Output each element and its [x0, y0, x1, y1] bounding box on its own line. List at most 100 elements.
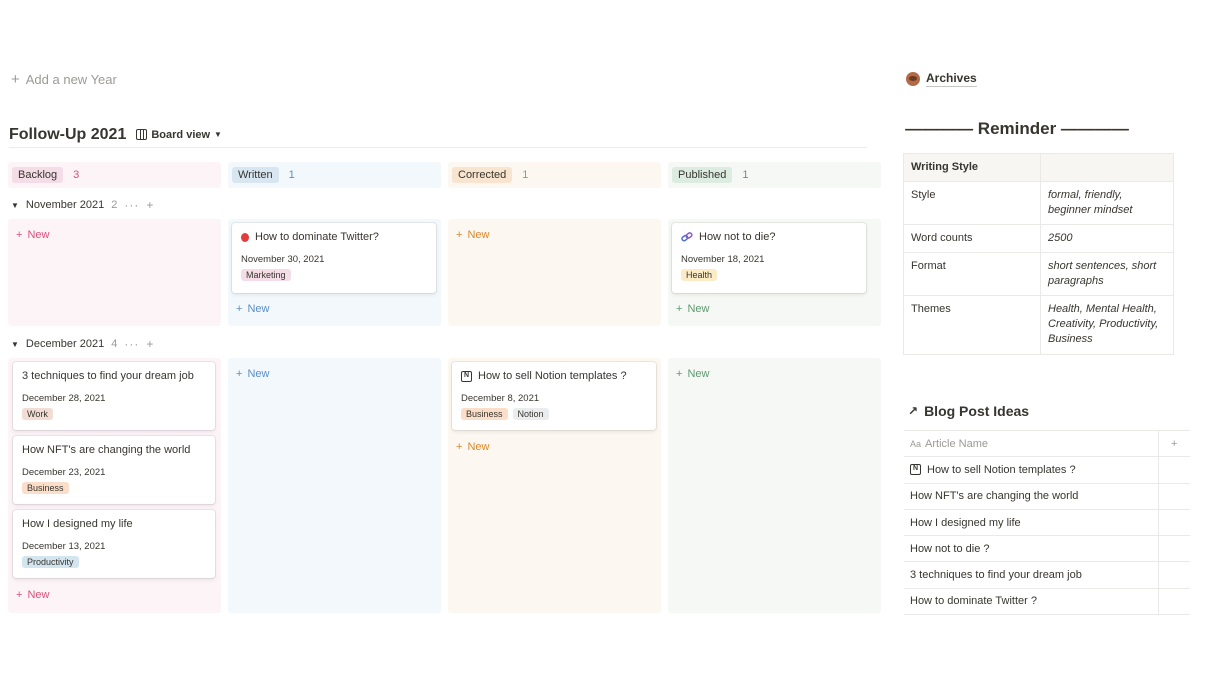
table-cell-key: Word counts	[903, 224, 1041, 253]
column-label: Written	[232, 167, 279, 183]
article-name[interactable]: How to sell Notion templates ?	[927, 464, 1076, 476]
card-dream-job[interactable]: 3 techniques to find your dream job Dece…	[13, 362, 215, 430]
column-header-label: Article Name	[925, 437, 988, 450]
tag-notion: Notion	[512, 408, 549, 420]
plus-icon: +	[676, 368, 683, 380]
table-row[interactable]: How to dominate Twitter ?	[904, 588, 1190, 616]
new-card-button[interactable]: + New	[676, 368, 709, 380]
table-row[interactable]: How not to die ?	[904, 535, 1190, 563]
table-header-cell	[1040, 153, 1174, 182]
table-row[interactable]: 3 techniques to find your dream job	[904, 561, 1190, 589]
group-header-november[interactable]: ▼ November 2021 2 ··· +	[11, 195, 154, 215]
group-count: 2	[111, 199, 118, 211]
card-title: How I designed my life	[22, 518, 133, 530]
plus-icon: +	[16, 589, 23, 601]
table-header-cell: Writing Style	[903, 153, 1041, 182]
table-row: Style formal, friendly, beginner mindset	[903, 181, 1174, 225]
add-column-button[interactable]: +	[1157, 429, 1190, 458]
table-row: Word counts 2500	[903, 224, 1174, 253]
chevron-down-icon: ▼	[214, 130, 222, 139]
reminder-table: Writing Style Style formal, friendly, be…	[903, 153, 1174, 355]
tag-marketing: Marketing	[241, 269, 291, 281]
plus-icon: +	[236, 303, 243, 315]
card-title: 3 techniques to find your dream job	[22, 370, 194, 382]
group-label: November 2021	[25, 199, 105, 211]
blog-ideas-link[interactable]: ↗ Blog Post Ideas	[908, 403, 1029, 419]
new-label: New	[467, 441, 490, 453]
plus-icon: +	[236, 368, 243, 380]
archives-label: Archives	[926, 71, 977, 87]
group-header-december[interactable]: ▼ December 2021 4 ··· +	[11, 334, 154, 354]
table-cell-value: short sentences, short paragraphs	[1040, 252, 1174, 296]
new-card-button[interactable]: + New	[456, 441, 489, 453]
card-date: December 28, 2021	[22, 393, 106, 404]
view-label: Board view	[151, 128, 211, 141]
column-count: 1	[522, 169, 529, 181]
card-title: How to sell Notion templates ?	[478, 370, 627, 382]
card-date: December 8, 2021	[461, 393, 540, 404]
new-card-button[interactable]: + New	[236, 303, 269, 315]
table-header-row: Aa Article Name +	[904, 429, 1190, 458]
board-title: Follow-Up 2021	[9, 125, 127, 143]
plus-icon: +	[16, 229, 23, 241]
table-row[interactable]: N How to sell Notion templates ?	[904, 456, 1190, 484]
plus-icon[interactable]: +	[146, 337, 154, 351]
face-emoji-icon	[906, 72, 920, 86]
column-header[interactable]: Aa Article Name	[904, 429, 1158, 458]
tag-business: Business	[461, 408, 508, 420]
table-cell-key: Style	[903, 181, 1041, 225]
column-label: Published	[672, 167, 733, 183]
new-label: New	[247, 368, 270, 380]
article-name[interactable]: How to dominate Twitter ?	[904, 588, 1158, 616]
new-card-button[interactable]: + New	[456, 229, 489, 241]
column-label: Backlog	[12, 167, 64, 183]
column-header-corrected[interactable]: Corrected 1	[448, 162, 661, 188]
new-card-button[interactable]: + New	[16, 229, 49, 241]
plus-icon[interactable]: +	[146, 198, 154, 212]
card-date: November 18, 2021	[681, 254, 765, 265]
archives-link[interactable]: Archives	[906, 71, 977, 87]
new-label: New	[687, 368, 710, 380]
table-row[interactable]: How I designed my life	[904, 509, 1190, 537]
card-nft[interactable]: How NFT's are changing the world Decembe…	[13, 436, 215, 504]
triangle-down-icon[interactable]: ▼	[11, 201, 19, 210]
column-count: 1	[742, 169, 749, 181]
card-twitter[interactable]: How to dominate Twitter? November 30, 20…	[232, 223, 436, 293]
card-date: December 13, 2021	[22, 541, 106, 552]
card-how-not-to-die[interactable]: How not to die? November 18, 2021 Health	[672, 223, 866, 293]
new-card-button[interactable]: + New	[676, 303, 709, 315]
board-header: Follow-Up 2021 Board view ▼	[9, 122, 867, 148]
view-selector[interactable]: Board view ▼	[136, 129, 222, 141]
new-card-button[interactable]: + New	[236, 368, 269, 380]
card-title: How to dominate Twitter?	[255, 231, 379, 243]
card-notion-templates[interactable]: N How to sell Notion templates ? Decembe…	[452, 362, 656, 430]
article-name[interactable]: How not to die ?	[904, 535, 1158, 563]
new-label: New	[687, 303, 710, 315]
blog-ideas-title: Blog Post Ideas	[924, 403, 1030, 419]
table-row[interactable]: How NFT's are changing the world	[904, 483, 1190, 510]
add-year-button[interactable]: + Add a new Year	[11, 72, 117, 87]
table-row: Format short sentences, short paragraphs	[903, 252, 1174, 296]
notion-icon: N	[910, 464, 921, 476]
card-title: How NFT's are changing the world	[22, 444, 191, 456]
plus-icon: +	[11, 71, 20, 88]
new-card-button[interactable]: + New	[16, 589, 49, 601]
article-name[interactable]: How NFT's are changing the world	[904, 483, 1158, 510]
more-icon[interactable]: ···	[124, 198, 139, 212]
card-designed-life[interactable]: How I designed my life December 13, 2021…	[13, 510, 215, 578]
triangle-down-icon[interactable]: ▼	[11, 340, 19, 349]
table-row: Writing Style	[903, 153, 1174, 182]
add-year-label: Add a new Year	[25, 72, 117, 87]
table-cell-value: formal, friendly, beginner mindset	[1040, 181, 1174, 225]
column-header-published[interactable]: Published 1	[668, 162, 881, 188]
column-header-written[interactable]: Written 1	[228, 162, 441, 188]
article-name[interactable]: 3 techniques to find your dream job	[904, 561, 1158, 589]
article-name[interactable]: How I designed my life	[904, 509, 1158, 537]
plus-icon: +	[456, 441, 463, 453]
tag-work: Work	[22, 408, 53, 420]
tag-business: Business	[22, 482, 69, 494]
table-row: Themes Health, Mental Health, Creativity…	[903, 295, 1174, 355]
column-header-backlog[interactable]: Backlog 3	[8, 162, 221, 188]
table-cell-key: Format	[903, 252, 1041, 296]
more-icon[interactable]: ···	[124, 337, 139, 351]
